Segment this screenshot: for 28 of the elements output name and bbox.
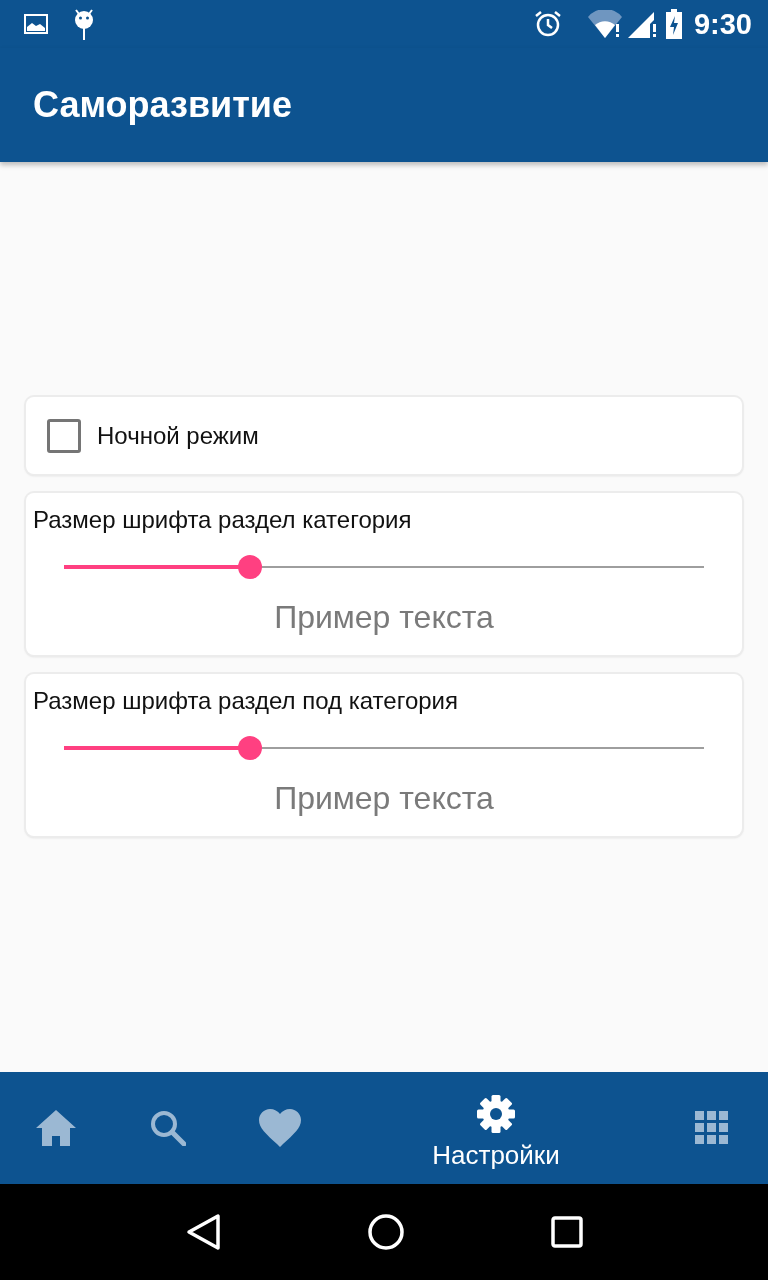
- back-button[interactable]: [185, 1213, 222, 1251]
- recents-square-icon: [550, 1216, 583, 1248]
- image-icon: [24, 14, 48, 34]
- wifi-icon: [587, 10, 622, 38]
- setting-label: Ночной режим: [97, 421, 259, 450]
- grid-icon: [695, 1111, 729, 1145]
- recents-button[interactable]: [550, 1216, 583, 1248]
- slider-thumb[interactable]: [237, 555, 262, 579]
- nav-tab[interactable]: Настройки: [336, 1072, 656, 1184]
- checkbox[interactable]: [47, 418, 81, 453]
- settings-icon: [476, 1094, 516, 1134]
- heart-icon: [259, 1109, 301, 1147]
- home-icon: [36, 1110, 76, 1146]
- status-time: 9:30: [693, 7, 752, 41]
- battery-icon: [665, 9, 682, 39]
- robot-icon: [72, 8, 96, 40]
- app-title: Саморазвитие: [33, 84, 292, 126]
- signal-icon: [627, 10, 658, 38]
- setting-label: Размер шрифта раздел под категория: [32, 687, 458, 715]
- setting-label: Размер шрифта раздел категория: [32, 506, 412, 534]
- home-circle-icon: [368, 1214, 404, 1250]
- sample-text: Пример текста: [274, 780, 494, 817]
- slider-thumb[interactable]: [237, 736, 262, 760]
- search-icon: [150, 1110, 186, 1146]
- back-icon: [185, 1213, 222, 1251]
- alarm-clock-icon: [533, 10, 562, 38]
- home-button[interactable]: [368, 1214, 404, 1250]
- sample-text: Пример текста: [274, 599, 494, 636]
